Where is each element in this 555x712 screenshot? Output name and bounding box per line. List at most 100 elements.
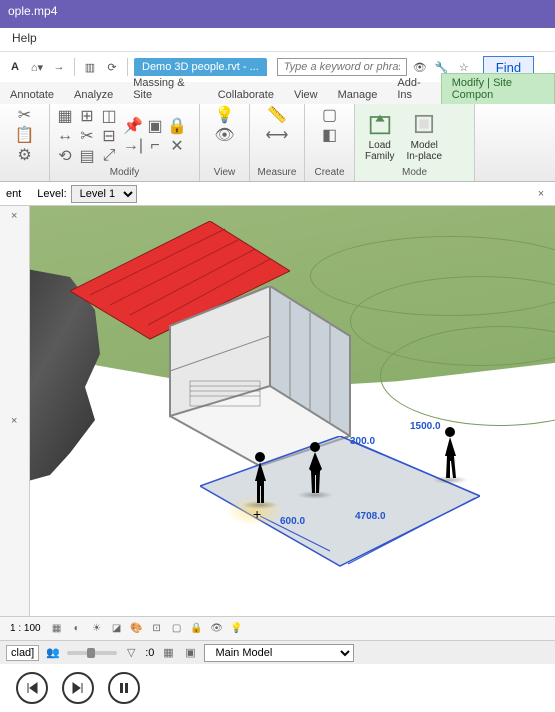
select-icon[interactable]: ▣ <box>182 645 198 661</box>
panel-label-measure: Measure <box>256 166 298 179</box>
tab-analyze[interactable]: Analyze <box>64 86 123 104</box>
3d-viewport[interactable]: 1500.0 300.0 600.0 4708.0 + <box>30 206 555 616</box>
mirror-icon[interactable]: ◫ <box>100 107 118 125</box>
ribbon-panel-container: ✂ 📋 ⚙ ▦ ⊞ ◫ ↔ ✂ ⊟ ⟲ ▤ ⤢ 📌 ▣ 🔒 →| <box>0 104 555 182</box>
zero-label: :0 <box>145 647 154 659</box>
panel-modify: ▦ ⊞ ◫ ↔ ✂ ⊟ ⟲ ▤ ⤢ 📌 ▣ 🔒 →| ⌐ ✕ Modify <box>50 104 200 181</box>
editable-icon[interactable]: ▦ <box>160 645 176 661</box>
shadow-icon[interactable]: ◪ <box>109 621 125 637</box>
model-inplace-button[interactable]: Model In-place <box>402 108 446 164</box>
reveal-icon[interactable]: 💡 <box>229 621 245 637</box>
pause-button[interactable] <box>108 672 140 704</box>
panel-measure: 📏 ⟷ Measure <box>250 104 305 181</box>
align-icon[interactable]: ▦ <box>56 107 74 125</box>
window-icon[interactable]: ▥ <box>81 58 99 76</box>
hide-icon[interactable]: 👁 <box>216 126 234 144</box>
options-bar: ent Level: Level 1 × <box>0 182 555 206</box>
next-icon <box>71 681 85 695</box>
view-control-bar: 1 : 100 ▦ ◐ ☀ ◪ 🎨 ⊡ ▢ 🔒 👁 💡 <box>0 616 555 640</box>
qat-a-icon[interactable]: A <box>6 58 24 76</box>
corner-icon[interactable]: ⌐ <box>146 137 164 155</box>
rotate-icon[interactable]: ⟲ <box>56 147 74 165</box>
render-icon[interactable]: 🎨 <box>129 621 145 637</box>
create2-icon[interactable]: ◧ <box>321 126 339 144</box>
person-figure <box>440 426 460 481</box>
cursor-icon: + <box>253 506 261 522</box>
split-icon[interactable]: ⊟ <box>100 127 118 145</box>
ent-label: ent <box>6 188 21 200</box>
array-icon[interactable]: ▤ <box>78 147 96 165</box>
filter-icon[interactable]: ▽ <box>123 645 139 661</box>
level-label: Level: <box>37 188 66 200</box>
viewport-area: × × <box>0 206 555 616</box>
copy-icon[interactable]: 📋 <box>16 126 34 144</box>
bulb-icon[interactable]: 💡 <box>216 106 234 124</box>
close-icon[interactable]: × <box>533 186 549 202</box>
clad-tag[interactable]: clad] <box>6 645 39 661</box>
ribbon-tab-strip: Annotate Analyze Massing & Site Collabor… <box>0 82 555 104</box>
panel-create: ▢ ◧ Create <box>305 104 355 181</box>
panel-close-icon-2[interactable]: × <box>11 415 25 429</box>
arrow-icon[interactable]: → <box>50 58 68 76</box>
pause-icon <box>117 681 131 695</box>
tape-icon[interactable]: 📏 <box>268 106 286 124</box>
panel-small-1: ✂ 📋 ⚙ <box>0 104 50 181</box>
move-icon[interactable]: ↔ <box>56 127 74 145</box>
trim-icon[interactable]: ✂ <box>78 127 96 145</box>
panel-close-icon[interactable]: × <box>11 210 25 224</box>
temp-hide-icon[interactable]: 👁 <box>209 621 225 637</box>
dimension-label: 1500.0 <box>410 421 441 432</box>
panel-label-blank1 <box>6 177 43 179</box>
extend-icon[interactable]: →| <box>124 137 142 155</box>
menu-help[interactable]: Help <box>12 31 37 45</box>
level-select[interactable]: Level 1 <box>71 185 137 203</box>
media-controls <box>0 664 555 712</box>
tab-manage[interactable]: Manage <box>328 86 388 104</box>
load-family-icon <box>366 110 394 138</box>
create-icon[interactable]: ▢ <box>321 106 339 124</box>
panel-label-mode: Mode <box>361 166 468 179</box>
tab-massing[interactable]: Massing & Site <box>123 74 208 104</box>
prev-icon <box>25 681 39 695</box>
group-icon[interactable]: ▣ <box>146 117 164 135</box>
player-titlebar: ople.mp4 <box>0 0 555 28</box>
offset-icon[interactable]: ⊞ <box>78 107 96 125</box>
sun-icon[interactable]: ☀ <box>89 621 105 637</box>
scene: 1500.0 300.0 600.0 4708.0 + <box>30 206 555 616</box>
cog-icon[interactable]: ⚙ <box>16 146 34 164</box>
pin-icon[interactable]: 📌 <box>124 117 142 135</box>
next-button[interactable] <box>62 672 94 704</box>
prev-button[interactable] <box>16 672 48 704</box>
dim-icon[interactable]: ⟷ <box>268 126 286 144</box>
tab-view[interactable]: View <box>284 86 328 104</box>
lock-view-icon[interactable]: 🔒 <box>189 621 205 637</box>
visual-style-icon[interactable]: ◐ <box>69 621 85 637</box>
zoom-slider[interactable] <box>67 651 117 655</box>
panel-label-modify: Modify <box>56 166 193 179</box>
sync-icon[interactable]: ⟳ <box>103 58 121 76</box>
panel-label-create: Create <box>311 166 348 179</box>
load-family-button[interactable]: Load Family <box>361 108 398 164</box>
delete-icon[interactable]: ✕ <box>168 137 186 155</box>
person-figure <box>250 451 270 506</box>
player-title-text: ople.mp4 <box>8 4 57 18</box>
tab-collaborate[interactable]: Collaborate <box>208 86 284 104</box>
tab-addins[interactable]: Add-Ins <box>387 74 440 104</box>
worksets-icon[interactable]: 👥 <box>45 645 61 661</box>
detail-icon[interactable]: ▦ <box>49 621 65 637</box>
menu-bar: Help <box>0 28 555 52</box>
panel-label-view: View <box>206 166 243 179</box>
tab-annotate[interactable]: Annotate <box>0 86 64 104</box>
lock-icon[interactable]: 🔒 <box>168 117 186 135</box>
crop-icon[interactable]: ⊡ <box>149 621 165 637</box>
dimension-label: 300.0 <box>350 436 375 447</box>
tab-modify[interactable]: Modify | Site Compon <box>441 73 555 104</box>
model-select[interactable]: Main Model <box>204 644 354 662</box>
cut-icon[interactable]: ✂ <box>16 106 34 124</box>
model-inplace-icon <box>410 110 438 138</box>
scale-value[interactable]: 1 : 100 <box>6 623 45 634</box>
home-icon[interactable]: ⌂▾ <box>28 58 46 76</box>
scale-icon[interactable]: ⤢ <box>100 147 118 165</box>
load-family-label: Load Family <box>365 140 394 162</box>
crop-show-icon[interactable]: ▢ <box>169 621 185 637</box>
